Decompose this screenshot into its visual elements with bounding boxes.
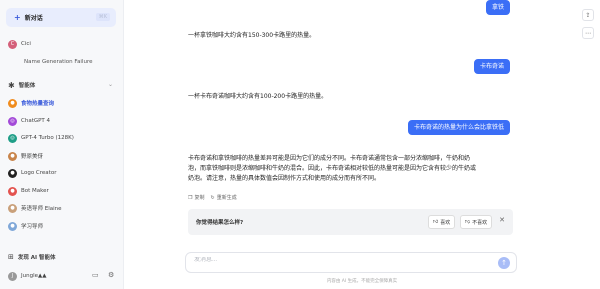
avatar: ◎ [8,133,17,143]
like-label: 喜欢 [440,219,451,226]
history-item-label: Cici [21,41,31,47]
agent-label: 英语导师 Elaine [21,206,62,212]
agent-label: 学习导师 [21,224,44,230]
ai-message: 一杯拿铁咖啡大约含有150-300卡路里的热量。 [188,32,316,39]
agents-section-header[interactable]: ✱ 智能体 [8,79,35,91]
agent-label: ChatGPT 4 [21,118,51,124]
discover-label: 发现 AI 智能体 [17,255,56,261]
agent-label: GPT-4 Turbo (128K) [21,135,74,141]
user-profile[interactable]: J Jungle▲▲ [8,270,46,282]
history-subitem-label: Name Generation Failure [24,59,93,65]
new-chat-label: 新对话 [24,15,43,22]
sidebar-item-agent[interactable]: ● Bot Maker [8,185,49,197]
avatar: ● [8,151,17,161]
message-input-box: ↑ [185,252,517,273]
sidebar-item-agent[interactable]: ● 食物热量查询 [8,97,54,109]
agent-label: Bot Maker [21,188,49,194]
sidebar: + 新对话 ⌘K C Cici Name Generation Failure … [0,0,124,289]
user-name: Jungle▲▲ [21,273,47,279]
agent-label: 野原美伢 [21,154,44,160]
agents-title: 智能体 [18,83,36,89]
message-input[interactable] [194,257,474,263]
avatar: ● [8,203,17,213]
message-actions: ❐ 复制 ↻ 重新生成 [188,194,237,202]
ai-message: 卡布奇诺和拿铁咖啡的热量差异可能是因为它们的成分不同。卡布奇诺通常包含一部分浓缩… [188,154,518,184]
share-icon[interactable]: ⇪ [582,9,594,21]
avatar: ● [8,168,17,178]
toolbar: ⇪ ⋯ [582,9,594,39]
sidebar-item-agent[interactable]: ● 学习导师 [8,220,43,232]
avatar: C [8,39,17,49]
refresh-icon: ↻ [210,194,215,201]
chevron-down-icon[interactable]: ⌄ [108,81,113,88]
dislike-label: 不喜欢 [472,219,488,226]
avatar: ● [8,186,17,196]
grid-icon: ⊞ [8,253,14,261]
user-message: 拿铁 [485,0,510,15]
feedback-bar: 你觉得结果怎么样? 👍︎ 喜欢 👎︎ 不喜欢 ✕ [188,209,513,235]
disclaimer: 内容由 AI 生成，不能完全保障真实 [326,279,398,284]
thumbs-up-icon: 👍︎ [433,219,439,225]
regenerate-label: 重新生成 [216,195,237,201]
ai-message: 一杯卡布奇诺咖啡大约含有100-200卡路里的热量。 [188,93,328,100]
arrow-up-icon: ↑ [501,259,507,267]
dislike-button[interactable]: 👎︎ 不喜欢 [460,215,493,229]
inbox-icon[interactable]: ▭ [92,271,99,279]
chat-area: ⇪ ⋯ 拿铁 一杯拿铁咖啡大约含有150-300卡路里的热量。 卡布奇诺 一杯卡… [124,0,600,289]
send-button[interactable]: ↑ [498,257,510,269]
like-button[interactable]: 👍︎ 喜欢 [428,215,456,229]
history-subitem[interactable]: Name Generation Failure [24,56,93,68]
sidebar-item-agent[interactable]: ● 英语导师 Elaine [8,202,62,214]
user-message: 卡布奇诺的热量为什么会比拿铁低 [407,120,510,135]
ai-message-line: 泡，而拿铁咖啡则是浓缩咖啡和牛奶的混合。因此，卡布奇诺相对较低的热量可能是因为它… [188,165,477,172]
feedback-question: 你觉得结果怎么样? [196,220,244,226]
agent-label: Logo Creator [21,170,57,176]
sidebar-item-agent[interactable]: ● Logo Creator [8,167,56,179]
ai-message-line: 卡布奇诺和拿铁咖啡的热量差异可能是因为它们的成分不同。卡布奇诺通常包含一部分浓缩… [188,155,471,162]
sidebar-item-agent[interactable]: ◎ ChatGPT 4 [8,115,50,127]
regenerate-button[interactable]: ↻ 重新生成 [210,194,237,202]
copy-button[interactable]: ❐ 复制 [188,194,205,202]
copy-label: 复制 [194,195,205,201]
discover-agents-link[interactable]: ⊞ 发现 AI 智能体 [8,251,56,263]
thumbs-down-icon: 👎︎ [465,219,471,225]
more-icon[interactable]: ⋯ [582,27,594,39]
agent-label: 食物热量查询 [21,101,55,107]
avatar: ● [8,98,17,108]
shortcut-badge: ⌘K [95,13,110,21]
agent-icon: ✱ [8,80,15,90]
sidebar-item-agent[interactable]: ● 野原美伢 [8,150,43,162]
avatar: J [8,271,17,281]
history-item-cici[interactable]: C Cici [8,38,31,50]
sidebar-item-agent[interactable]: ◎ GPT-4 Turbo (128K) [8,132,74,144]
ai-message-line: 奶泡。请注意，热量的具体数值会因制作方式和使用的成分而有所不同。 [188,175,381,182]
avatar: ● [8,221,17,231]
settings-icon[interactable]: ⚙ [108,271,114,279]
avatar: ◎ [8,116,17,126]
new-chat-button[interactable]: + 新对话 ⌘K [6,8,116,27]
copy-icon: ❐ [188,194,193,201]
plus-icon: + [14,12,21,22]
user-message: 卡布奇诺 [473,59,510,74]
close-icon[interactable]: ✕ [499,216,505,224]
